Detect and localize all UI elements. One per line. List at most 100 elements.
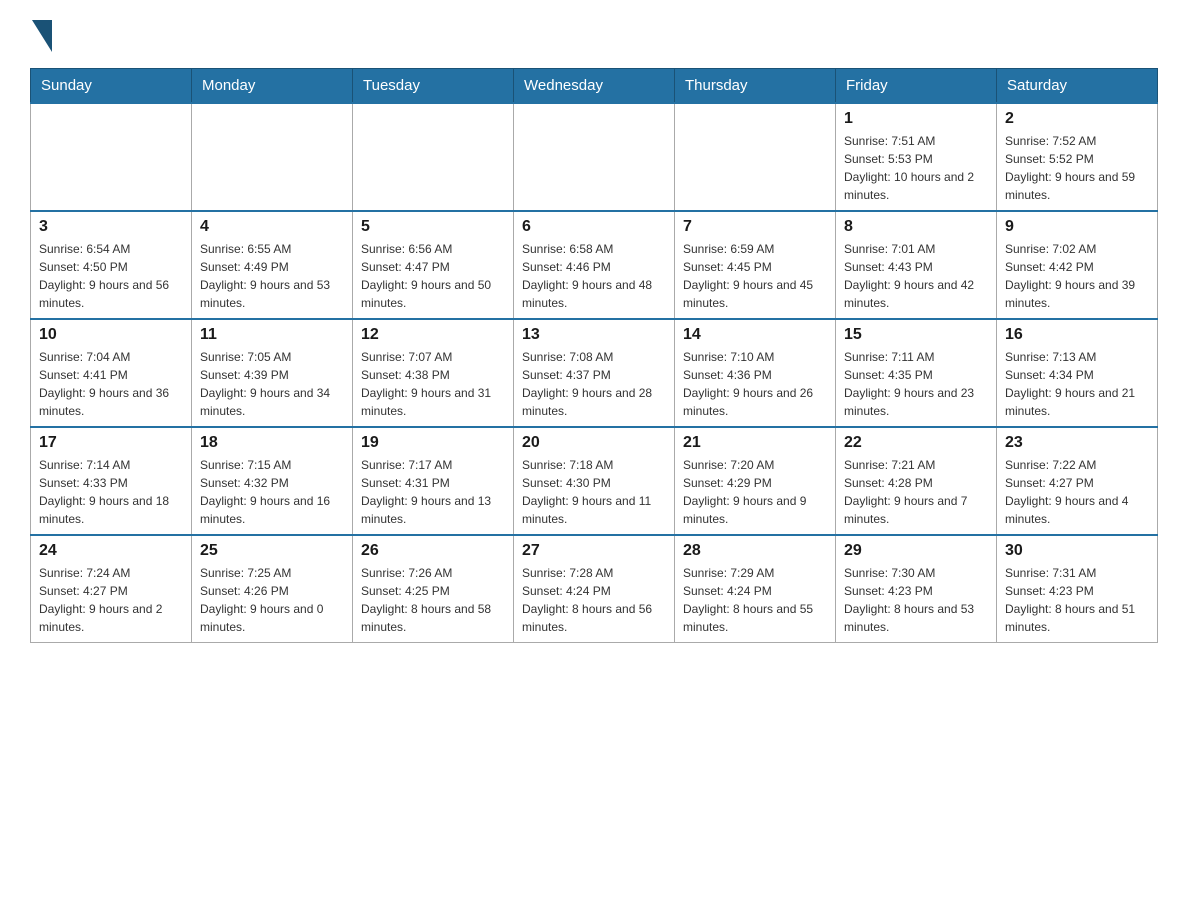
day-number: 11 [200, 326, 344, 344]
day-info: Sunrise: 7:07 AMSunset: 4:38 PMDaylight:… [361, 348, 505, 420]
calendar-cell: 29 Sunrise: 7:30 AMSunset: 4:23 PMDayligh… [836, 535, 997, 643]
calendar-cell: 26 Sunrise: 7:26 AMSunset: 4:25 PMDayligh… [353, 535, 514, 643]
day-number: 5 [361, 218, 505, 236]
calendar-cell: 18 Sunrise: 7:15 AMSunset: 4:32 PMDayligh… [192, 427, 353, 535]
calendar-week-row: 10Sunrise: 7:04 AMSunset: 4:41 PMDayligh… [31, 319, 1158, 427]
day-number: 24 [39, 542, 183, 560]
day-number: 25 [200, 542, 344, 560]
day-info: Sunrise: 7:26 AMSunset: 4:25 PMDaylight:… [361, 564, 505, 636]
day-info: Sunrise: 7:15 AMSunset: 4:32 PMDaylight:… [200, 456, 344, 528]
day-number: 3 [39, 218, 183, 236]
day-info: Sunrise: 7:02 AMSunset: 4:42 PMDaylight:… [1005, 240, 1149, 312]
calendar-cell: 2 Sunrise: 7:52 AMSunset: 5:52 PMDaylight… [997, 103, 1158, 211]
day-info: Sunrise: 7:22 AMSunset: 4:27 PMDaylight:… [1005, 456, 1149, 528]
weekday-header-sunday: Sunday [31, 69, 192, 104]
calendar-cell: 19Sunrise: 7:17 AMSunset: 4:31 PMDayligh… [353, 427, 514, 535]
weekday-header-saturday: Saturday [997, 69, 1158, 104]
calendar-cell: 30 Sunrise: 7:31 AMSunset: 4:23 PMDayligh… [997, 535, 1158, 643]
calendar-cell: 8 Sunrise: 7:01 AMSunset: 4:43 PMDaylight… [836, 211, 997, 319]
calendar-cell [675, 103, 836, 211]
day-info: Sunrise: 7:14 AMSunset: 4:33 PMDaylight:… [39, 456, 183, 528]
day-number: 1 [844, 110, 988, 128]
day-number: 30 [1005, 542, 1149, 560]
calendar-cell: 25 Sunrise: 7:25 AMSunset: 4:26 PMDayligh… [192, 535, 353, 643]
weekday-header-tuesday: Tuesday [353, 69, 514, 104]
weekday-header-friday: Friday [836, 69, 997, 104]
day-info: Sunrise: 7:21 AMSunset: 4:28 PMDaylight:… [844, 456, 988, 528]
day-info: Sunrise: 7:25 AMSunset: 4:26 PMDaylight:… [200, 564, 344, 636]
day-number: 2 [1005, 110, 1149, 128]
day-info: Sunrise: 7:13 AMSunset: 4:34 PMDaylight:… [1005, 348, 1149, 420]
day-info: Sunrise: 7:01 AMSunset: 4:43 PMDaylight:… [844, 240, 988, 312]
calendar-cell: 23Sunrise: 7:22 AMSunset: 4:27 PMDayligh… [997, 427, 1158, 535]
calendar-cell: 10Sunrise: 7:04 AMSunset: 4:41 PMDayligh… [31, 319, 192, 427]
day-info: Sunrise: 7:52 AMSunset: 5:52 PMDaylight:… [1005, 132, 1149, 204]
weekday-header-wednesday: Wednesday [514, 69, 675, 104]
day-info: Sunrise: 7:08 AMSunset: 4:37 PMDaylight:… [522, 348, 666, 420]
weekday-header-thursday: Thursday [675, 69, 836, 104]
day-number: 8 [844, 218, 988, 236]
day-number: 18 [200, 434, 344, 452]
day-info: Sunrise: 7:11 AMSunset: 4:35 PMDaylight:… [844, 348, 988, 420]
calendar-cell [192, 103, 353, 211]
calendar-cell [514, 103, 675, 211]
day-info: Sunrise: 7:05 AMSunset: 4:39 PMDaylight:… [200, 348, 344, 420]
calendar-cell: 3 Sunrise: 6:54 AMSunset: 4:50 PMDaylight… [31, 211, 192, 319]
day-number: 16 [1005, 326, 1149, 344]
day-info: Sunrise: 6:59 AMSunset: 4:45 PMDaylight:… [683, 240, 827, 312]
calendar-cell: 6Sunrise: 6:58 AMSunset: 4:46 PMDaylight… [514, 211, 675, 319]
day-number: 28 [683, 542, 827, 560]
calendar-cell: 5 Sunrise: 6:56 AMSunset: 4:47 PMDaylight… [353, 211, 514, 319]
day-number: 10 [39, 326, 183, 344]
page-header [30, 20, 1158, 52]
calendar-week-row: 3 Sunrise: 6:54 AMSunset: 4:50 PMDaylight… [31, 211, 1158, 319]
calendar-cell: 13Sunrise: 7:08 AMSunset: 4:37 PMDayligh… [514, 319, 675, 427]
calendar-table: SundayMondayTuesdayWednesdayThursdayFrid… [30, 68, 1158, 643]
day-info: Sunrise: 7:17 AMSunset: 4:31 PMDaylight:… [361, 456, 505, 528]
day-number: 27 [522, 542, 666, 560]
calendar-cell: 16 Sunrise: 7:13 AMSunset: 4:34 PMDayligh… [997, 319, 1158, 427]
calendar-cell: 28 Sunrise: 7:29 AMSunset: 4:24 PMDayligh… [675, 535, 836, 643]
logo [30, 20, 54, 52]
day-info: Sunrise: 7:24 AMSunset: 4:27 PMDaylight:… [39, 564, 183, 636]
calendar-header-row: SundayMondayTuesdayWednesdayThursdayFrid… [31, 69, 1158, 104]
calendar-cell: 7 Sunrise: 6:59 AMSunset: 4:45 PMDaylight… [675, 211, 836, 319]
calendar-cell: 4Sunrise: 6:55 AMSunset: 4:49 PMDaylight… [192, 211, 353, 319]
calendar-cell: 21 Sunrise: 7:20 AMSunset: 4:29 PMDayligh… [675, 427, 836, 535]
day-info: Sunrise: 6:54 AMSunset: 4:50 PMDaylight:… [39, 240, 183, 312]
day-number: 22 [844, 434, 988, 452]
day-number: 12 [361, 326, 505, 344]
logo-triangle-icon [32, 20, 52, 52]
day-info: Sunrise: 7:51 AMSunset: 5:53 PMDaylight:… [844, 132, 988, 204]
day-number: 21 [683, 434, 827, 452]
day-number: 29 [844, 542, 988, 560]
calendar-cell [353, 103, 514, 211]
day-info: Sunrise: 7:30 AMSunset: 4:23 PMDaylight:… [844, 564, 988, 636]
day-number: 15 [844, 326, 988, 344]
calendar-cell: 24 Sunrise: 7:24 AMSunset: 4:27 PMDayligh… [31, 535, 192, 643]
calendar-cell: 15 Sunrise: 7:11 AMSunset: 4:35 PMDayligh… [836, 319, 997, 427]
day-number: 26 [361, 542, 505, 560]
day-info: Sunrise: 7:29 AMSunset: 4:24 PMDaylight:… [683, 564, 827, 636]
calendar-cell: 9 Sunrise: 7:02 AMSunset: 4:42 PMDaylight… [997, 211, 1158, 319]
weekday-header-monday: Monday [192, 69, 353, 104]
day-info: Sunrise: 7:10 AMSunset: 4:36 PMDaylight:… [683, 348, 827, 420]
calendar-cell: 11 Sunrise: 7:05 AMSunset: 4:39 PMDayligh… [192, 319, 353, 427]
calendar-cell: 17Sunrise: 7:14 AMSunset: 4:33 PMDayligh… [31, 427, 192, 535]
day-number: 9 [1005, 218, 1149, 236]
calendar-cell: 20Sunrise: 7:18 AMSunset: 4:30 PMDayligh… [514, 427, 675, 535]
day-number: 20 [522, 434, 666, 452]
day-info: Sunrise: 7:28 AMSunset: 4:24 PMDaylight:… [522, 564, 666, 636]
day-number: 4 [200, 218, 344, 236]
day-info: Sunrise: 7:20 AMSunset: 4:29 PMDaylight:… [683, 456, 827, 528]
calendar-cell: 22 Sunrise: 7:21 AMSunset: 4:28 PMDayligh… [836, 427, 997, 535]
calendar-cell: 14Sunrise: 7:10 AMSunset: 4:36 PMDayligh… [675, 319, 836, 427]
day-info: Sunrise: 6:56 AMSunset: 4:47 PMDaylight:… [361, 240, 505, 312]
calendar-cell [31, 103, 192, 211]
calendar-week-row: 24 Sunrise: 7:24 AMSunset: 4:27 PMDayligh… [31, 535, 1158, 643]
day-number: 6 [522, 218, 666, 236]
day-info: Sunrise: 7:31 AMSunset: 4:23 PMDaylight:… [1005, 564, 1149, 636]
calendar-week-row: 1 Sunrise: 7:51 AMSunset: 5:53 PMDaylight… [31, 103, 1158, 211]
calendar-cell: 27 Sunrise: 7:28 AMSunset: 4:24 PMDayligh… [514, 535, 675, 643]
day-number: 7 [683, 218, 827, 236]
